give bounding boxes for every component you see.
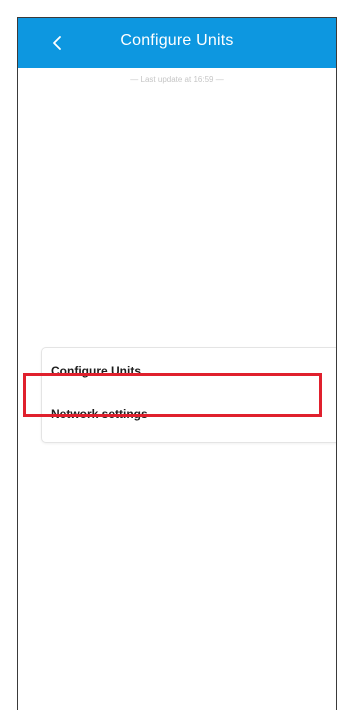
menu-item-configure-units[interactable]: Configure Units [42, 351, 336, 391]
page-title: Configure Units [120, 32, 234, 49]
menu-item-network-settings[interactable]: Network settings [42, 394, 336, 434]
settings-menu: Configure Units Network settings [41, 347, 336, 443]
app-bar: Configure Units [18, 18, 336, 68]
menu-item-label: Network settings [51, 407, 148, 421]
app-screen: Configure Units — Last update at 16:59 —… [17, 17, 337, 710]
last-update-text: — Last update at 16:59 — [130, 75, 224, 84]
menu-item-label: Configure Units [51, 364, 141, 378]
